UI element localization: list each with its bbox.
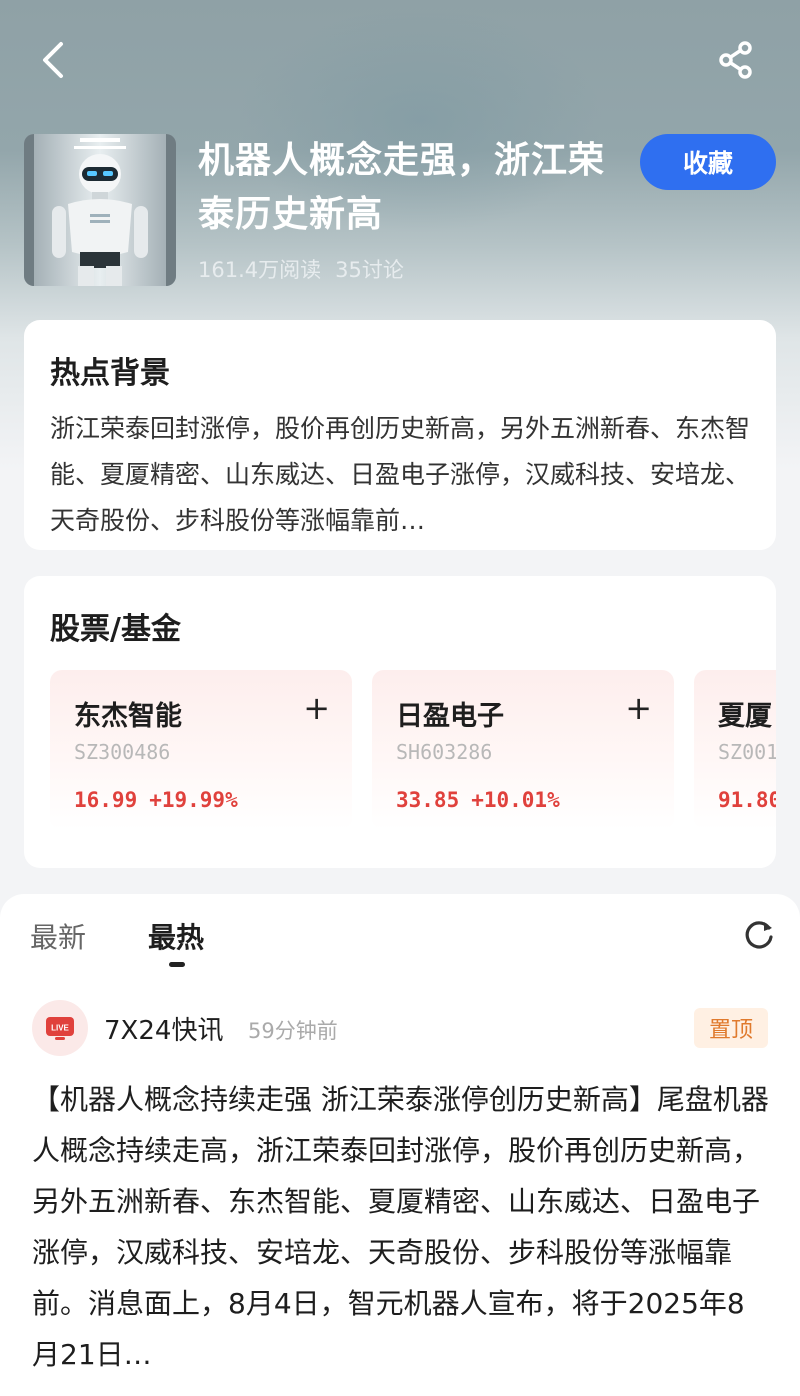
add-stock-button[interactable]: + bbox=[303, 692, 330, 724]
pinned-badge: 置顶 bbox=[694, 1008, 768, 1048]
back-button[interactable] bbox=[28, 36, 76, 84]
stock-item[interactable]: 东杰智能 + SZ300486 16.99 +19.99% bbox=[50, 670, 352, 830]
stock-quote: 91.80 bbox=[718, 788, 776, 812]
robot-image bbox=[24, 134, 176, 286]
stock-code: SZ300486 bbox=[74, 740, 171, 764]
tab-hottest[interactable]: 最热 bbox=[148, 916, 204, 956]
topic-title: 机器人概念走强，浙江荣泰历史新高 bbox=[198, 140, 606, 235]
stock-change: +10.01% bbox=[471, 788, 560, 812]
feed-panel: 最新 最热 LIVE 7X24快讯 59分钟前 置顶 【机器人概念持续走强 浙江… bbox=[0, 894, 800, 1396]
discussion-count: 35讨论 bbox=[335, 258, 404, 282]
stock-item[interactable]: 日盈电子 + SH603286 33.85 +10.01% bbox=[372, 670, 674, 830]
favorite-button[interactable]: 收藏 bbox=[640, 134, 776, 190]
post-time: 59分钟前 bbox=[248, 1019, 338, 1043]
stock-quote: 33.85 +10.01% bbox=[396, 788, 560, 812]
stocks-card: 股票/基金 东杰智能 + SZ300486 16.99 +19.99% 日盈电子 … bbox=[24, 576, 776, 868]
chevron-left-icon bbox=[43, 42, 63, 78]
stock-list[interactable]: 东杰智能 + SZ300486 16.99 +19.99% 日盈电子 + SH60… bbox=[50, 670, 776, 830]
stock-quote: 16.99 +19.99% bbox=[74, 788, 238, 812]
post-avatar[interactable]: LIVE bbox=[32, 1000, 88, 1056]
stock-code: SZ001 bbox=[718, 740, 776, 764]
stock-change: +19.99% bbox=[149, 788, 238, 812]
avatar-live-label: LIVE bbox=[51, 1024, 69, 1033]
stock-price: 16.99 bbox=[74, 788, 138, 812]
refresh-button[interactable] bbox=[742, 918, 776, 952]
stock-name: 东杰智能 bbox=[74, 701, 182, 732]
tab-latest[interactable]: 最新 bbox=[30, 916, 86, 956]
active-tab-indicator bbox=[169, 962, 185, 967]
share-icon bbox=[719, 41, 752, 79]
live-tv-icon: LIVE bbox=[46, 1017, 74, 1040]
hot-background-title: 热点背景 bbox=[50, 356, 170, 391]
topic-thumbnail bbox=[24, 134, 176, 286]
stock-item[interactable]: 夏厦 + SZ001 91.80 bbox=[694, 670, 776, 830]
stock-name: 日盈电子 bbox=[396, 701, 504, 732]
stock-name: 夏厦 bbox=[718, 701, 772, 732]
share-button[interactable] bbox=[712, 36, 760, 84]
topic-stats: 161.4万阅读 35讨论 bbox=[198, 254, 418, 284]
stocks-title: 股票/基金 bbox=[50, 612, 181, 647]
hot-background-text[interactable]: 浙江荣泰回封涨停，股价再创历史新高，另外五洲新春、东杰智能、夏厦精密、山东威达、… bbox=[50, 406, 750, 544]
stock-code: SH603286 bbox=[396, 740, 493, 764]
stock-price: 91.80 bbox=[718, 788, 776, 812]
add-stock-button[interactable]: + bbox=[625, 692, 652, 724]
stock-price: 33.85 bbox=[396, 788, 460, 812]
post-body[interactable]: 【机器人概念持续走强 浙江荣泰涨停创历史新高】尾盘机器人概念持续走高，浙江荣泰回… bbox=[32, 1074, 772, 1380]
post-author[interactable]: 7X24快讯 bbox=[104, 1010, 223, 1047]
read-count: 161.4万阅读 bbox=[198, 258, 322, 282]
refresh-icon bbox=[745, 921, 773, 949]
hot-background-card: 热点背景 浙江荣泰回封涨停，股价再创历史新高，另外五洲新春、东杰智能、夏厦精密、… bbox=[24, 320, 776, 550]
